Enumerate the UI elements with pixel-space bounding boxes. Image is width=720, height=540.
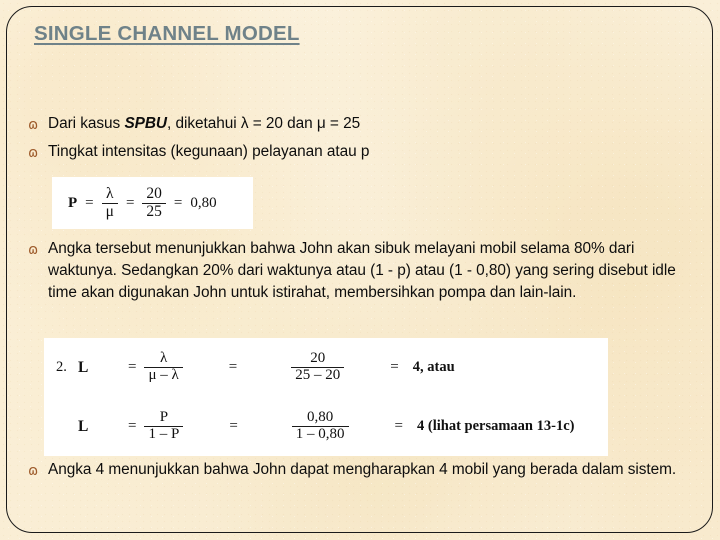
bullet-marker-icon: ɷ [28,242,39,258]
formula-line: P = λ μ = 20 25 = 0,80 [52,177,253,229]
formula-image-utilization: P = λ μ = 20 25 = 0,80 [52,177,253,229]
formula-2-line1-equals-2: = [228,359,238,375]
bullet-1-post: , diketahui λ = 20 dan μ = 25 [167,115,361,132]
formula-2-line1-result: 4, atau [412,359,455,375]
bullet-marker-icon: ɷ [28,463,39,479]
formula-1-numerator-2: 20 [146,185,162,203]
formula-2-line2-numerator-1: P [159,409,169,426]
formula-2-line2-numerator-2: 0,80 [307,409,334,426]
list-item: ɷ Angka tersebut menunjukkan bahwa John … [26,238,698,305]
formula-1-equals-2: = [125,194,135,211]
formula-line: L = P 1 – P = 0,80 1 – 0,80 = 4 (lihat p… [44,397,608,456]
list-item: ɷ Tingkat intensitas (kegunaan) pelayana… [26,141,666,163]
formula-2-line1-numerator-1: λ [159,350,168,367]
slide-content: SINGLE CHANNEL MODEL ɷ Dari kasus SPBU, … [0,0,720,540]
formula-2-line1-equals-3: = [390,359,399,375]
formula-2-line2-equals-1: = [128,418,137,434]
formula-1-fraction-lambda-mu: λ μ [101,185,118,220]
bullet-marker-icon: ɷ [28,145,39,161]
list-item: ɷ Angka 4 menunjukkan bahwa John dapat m… [26,459,698,481]
bullet-1-pre: Dari kasus [48,115,125,132]
formula-1-denominator-1: μ [101,202,118,220]
formula-2-line1-denominator-2: 25 – 20 [291,367,345,384]
bullet-marker-icon: ɷ [28,117,39,133]
formula-2-line2-fraction-2: 0,80 1 – 0,80 [246,410,349,442]
list-item-text: Angka tersebut menunjukkan bahwa John ak… [48,240,676,302]
formula-1-denominator-2: 25 [142,202,166,220]
formula-2-line1-numerator-2: 20 [310,350,326,367]
formula-2-line1-equals-1: = [128,359,137,375]
formula-1-equals-3: = [173,194,183,211]
formula-2-line2-label: L [78,417,89,435]
formula-2-line1-fraction-2: 20 25 – 20 [245,350,345,384]
list-item-text: Angka 4 menunjukkan bahwa John dapat men… [48,461,677,478]
list-item-text: Tingkat intensitas (kegunaan) pelayanan … [48,143,370,160]
formula-1-label: P [68,194,78,211]
page-title: SINGLE CHANNEL MODEL [34,22,300,45]
formula-1-numerator-1: λ [106,185,114,203]
formula-2-item-number: 2. [56,359,67,375]
list-item: ɷ Dari kasus SPBU, diketahui λ = 20 dan … [26,113,666,135]
formula-2-line2-equals-2: = [229,418,238,434]
presentation-slide: SINGLE CHANNEL MODEL ɷ Dari kasus SPBU, … [0,0,720,540]
bullet-1-emphasis: SPBU [124,115,167,132]
formula-line: 2. L = λ μ – λ = 20 25 – 20 = 4, atau [44,338,608,397]
formula-1-equals-1: = [85,194,94,211]
formula-2-line2-fraction-1: P 1 – P [144,409,184,443]
formula-1-result: 0,80 [190,194,217,211]
formula-2-line2-denominator-2: 1 – 0,80 [291,426,349,443]
formula-image-average-units: 2. L = λ μ – λ = 20 25 – 20 = 4, atau L … [44,338,608,456]
formula-2-line1-denominator-1: μ – λ [144,367,183,384]
list-item-text: Dari kasus SPBU, diketahui λ = 20 dan μ … [48,113,360,135]
formula-2-line1-fraction-1: λ μ – λ [144,350,183,384]
formula-2-line2-denominator-1: 1 – P [144,426,184,443]
formula-2-line1-label: L [78,358,89,376]
formula-2-line2-result: 4 (lihat persamaan 13-1c) [417,418,575,434]
formula-2-line2-equals-3: = [394,418,403,434]
formula-1-fraction-20-25: 20 25 [142,186,166,219]
